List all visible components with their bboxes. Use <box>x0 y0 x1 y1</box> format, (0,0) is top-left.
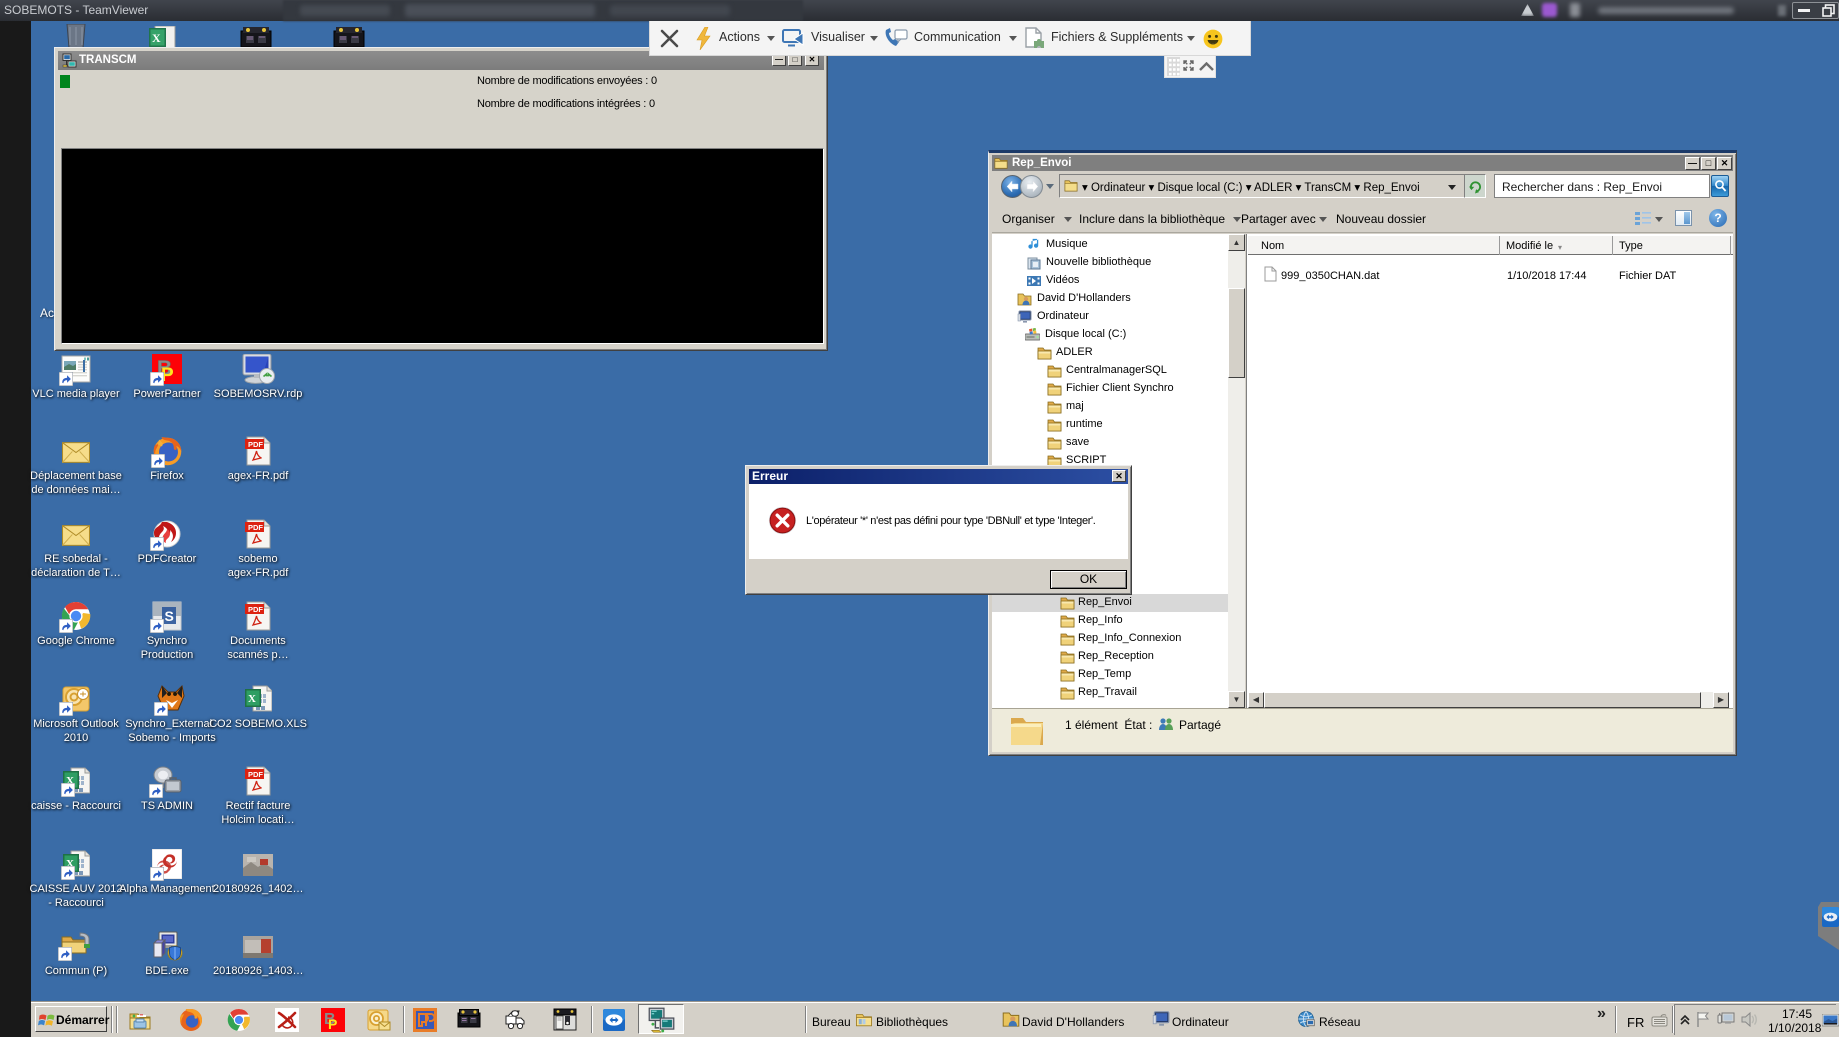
svg-text:P: P <box>328 1016 337 1032</box>
svg-text:X: X <box>152 31 161 45</box>
svg-text:S: S <box>165 608 174 624</box>
